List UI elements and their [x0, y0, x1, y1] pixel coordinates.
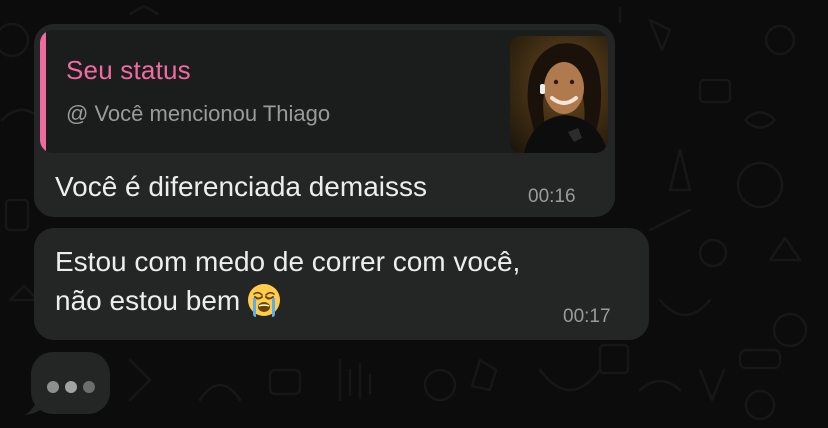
typing-dot — [65, 381, 77, 393]
message-text: Estou com medo de correr com você, não e… — [55, 242, 520, 320]
status-photo-image — [510, 36, 608, 153]
message-text: Você é diferenciada demaisss — [55, 171, 427, 202]
chat-background: Seu status @ Você mencionou Thiago Você … — [0, 0, 828, 428]
message-bubble-2[interactable]: Estou com medo de correr com você, não e… — [34, 228, 649, 340]
status-thumbnail[interactable] — [510, 36, 608, 153]
typing-indicator — [31, 352, 110, 414]
typing-dot — [83, 381, 95, 393]
quote-title: Seu status — [66, 55, 191, 85]
loudly-crying-face-icon — [248, 284, 281, 317]
message-line-2: não estou bem — [55, 281, 520, 320]
message-timestamp: 00:17 — [563, 306, 611, 327]
typing-dot — [47, 381, 59, 393]
message-line-2-text: não estou bem — [55, 285, 241, 316]
quote-accent-bar — [40, 30, 46, 153]
message-timestamp: 00:16 — [528, 186, 576, 207]
message-line-1: Estou com medo de correr com você, — [55, 246, 521, 277]
status-reply-quote[interactable]: Seu status @ Você mencionou Thiago — [40, 30, 608, 153]
quote-subtitle: @ Você mencionou Thiago — [66, 101, 331, 126]
message-bubble-1[interactable]: Seu status @ Você mencionou Thiago Você … — [34, 24, 615, 217]
